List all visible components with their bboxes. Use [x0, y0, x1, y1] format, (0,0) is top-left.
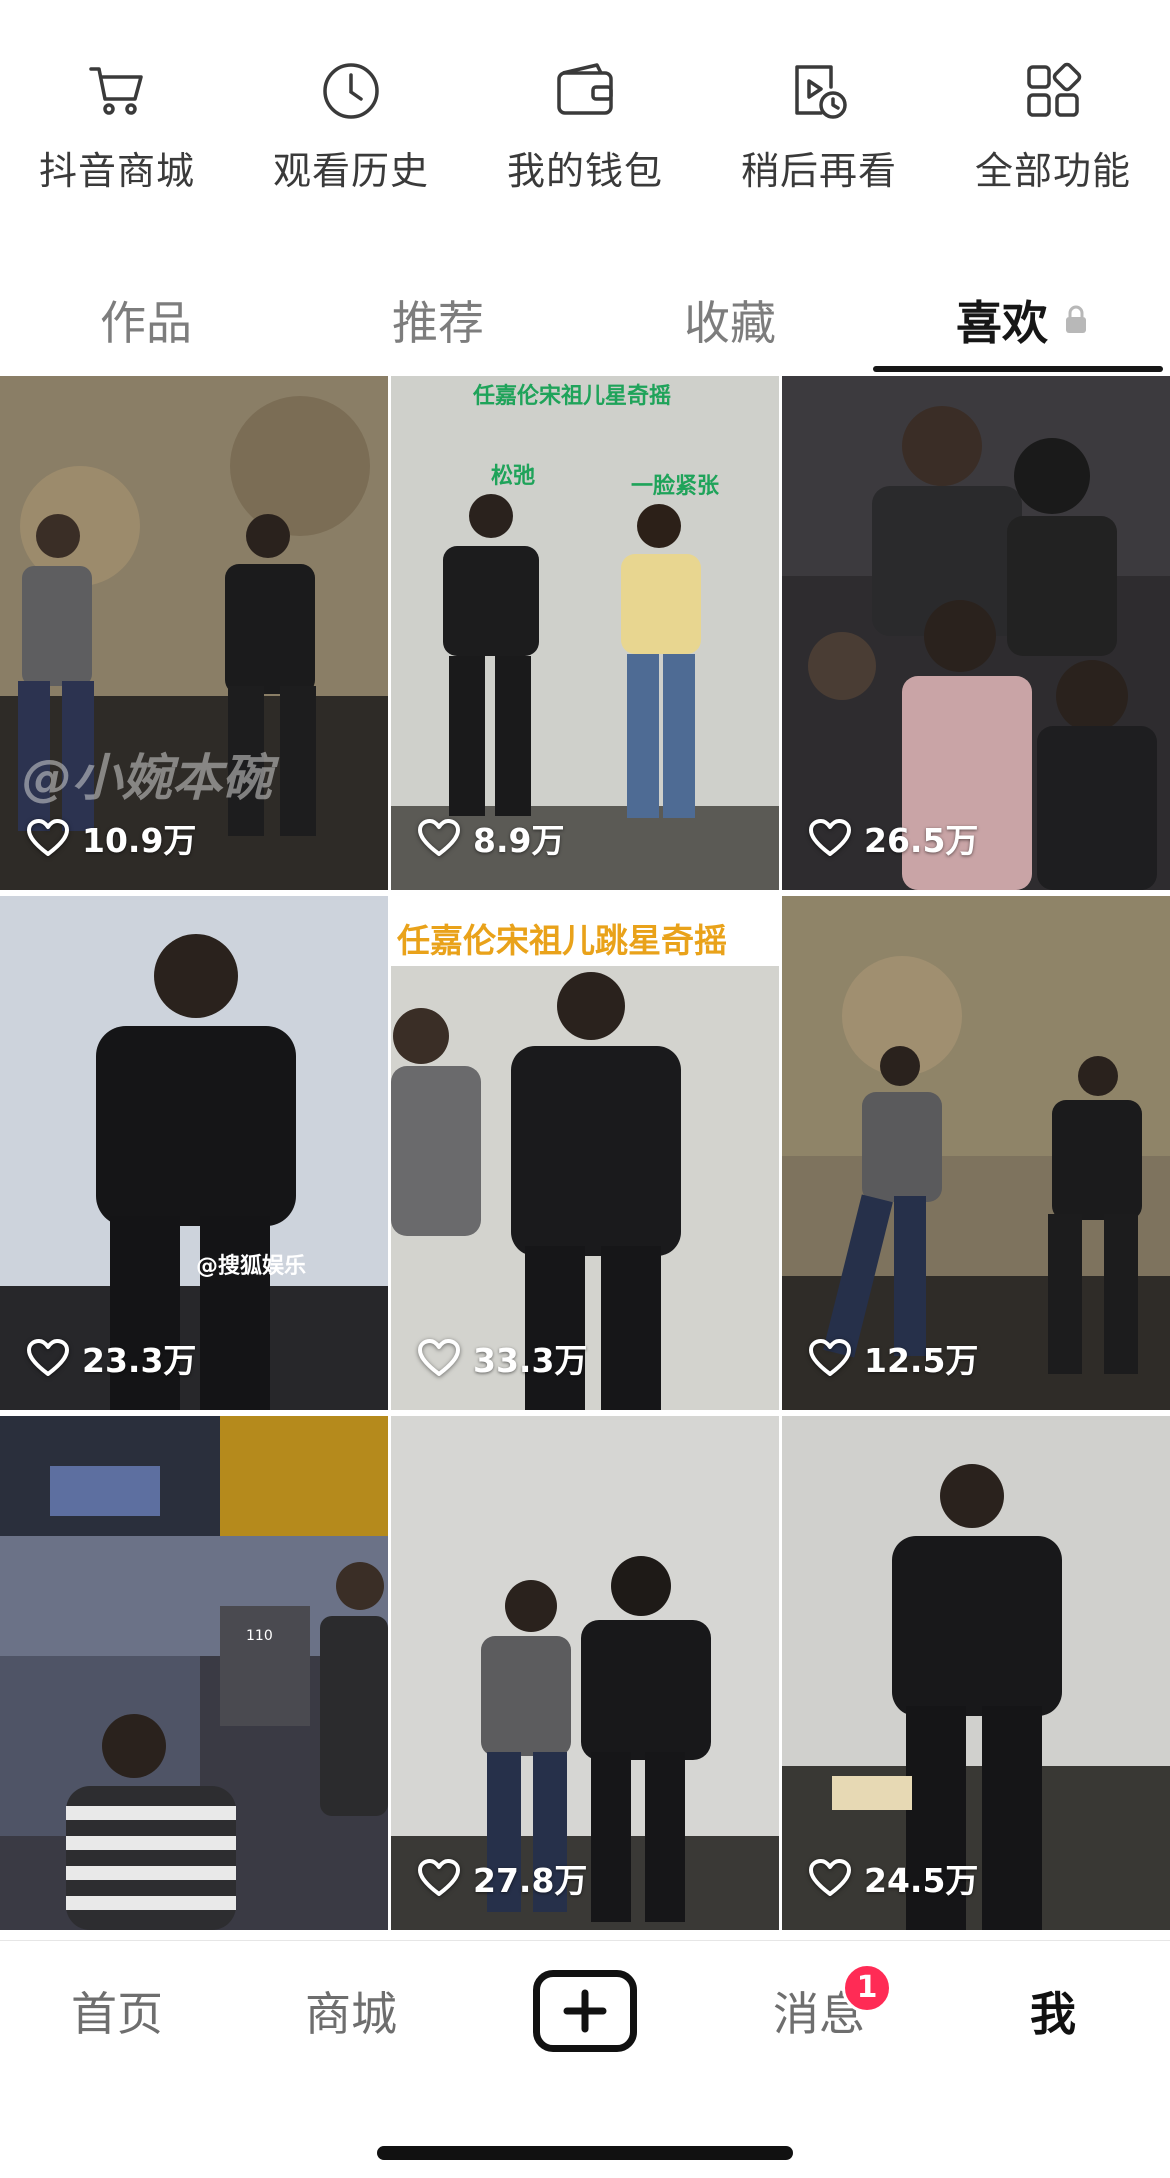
like-count: 26.5万 [808, 814, 978, 862]
tab-label: 推荐 [392, 296, 484, 350]
quick-item-douyin-mall[interactable]: 抖音商城 [0, 40, 234, 210]
lock-icon [1064, 305, 1088, 335]
heart-icon [418, 1859, 460, 1896]
like-count-text: 26.5万 [864, 821, 979, 860]
tab-label: 喜欢 [956, 296, 1048, 350]
like-count-text: 27.8万 [473, 1861, 588, 1900]
video-thumbnail-image [391, 1416, 779, 1930]
clock-icon [316, 56, 386, 126]
tab-works[interactable]: 作品 [0, 268, 292, 372]
heart-icon [27, 819, 69, 856]
video-thumbnail-image [782, 376, 1170, 890]
video-thumbnail-image [0, 1416, 388, 1930]
like-count-text: 12.5万 [864, 1341, 979, 1380]
plus-icon [563, 1989, 607, 2032]
video-thumbnail[interactable]: 任嘉伦宋祖儿星奇摇 松弛 一脸紧张 8.9万 [391, 376, 779, 890]
tab-recommend[interactable]: 推荐 [292, 268, 584, 372]
nav-messages[interactable]: 消息 1 [702, 1941, 936, 2081]
quick-item-label: 全部功能 [974, 149, 1131, 193]
nav-mall[interactable]: 商城 [234, 1941, 468, 2081]
video-thumbnail-image [391, 376, 779, 890]
like-count-text: 33.3万 [473, 1341, 588, 1380]
video-thumbnail[interactable]: 26.5万 [782, 376, 1170, 890]
unread-badge: 1 [842, 1962, 892, 2013]
nav-home[interactable]: 首页 [0, 1941, 234, 2081]
bottom-navigation: 首页 商城 消息 1 我 [0, 1940, 1170, 2080]
nav-me[interactable]: 我 [936, 1941, 1170, 2081]
quick-item-watch-later[interactable]: 稍后再看 [702, 40, 936, 210]
heart-icon [27, 1339, 69, 1376]
video-thumbnail[interactable]: 12.5万 [782, 896, 1170, 1410]
like-count-text: 10.9万 [82, 821, 197, 860]
nav-me-label: 我 [1030, 1986, 1076, 2041]
heart-icon [809, 1859, 851, 1896]
like-count-text: 8.9万 [473, 821, 565, 860]
like-count-text: 23.3万 [82, 1341, 197, 1380]
tab-favorites[interactable]: 收藏 [584, 268, 876, 372]
video-thumbnail[interactable]: 110 [0, 1416, 388, 1930]
like-count: 23.3万 [26, 1334, 196, 1382]
quick-item-all-functions[interactable]: 全部功能 [936, 40, 1170, 210]
like-count: 24.5万 [808, 1854, 978, 1902]
watermark-text: @小婉本碗 [22, 749, 272, 807]
tab-label: 作品 [100, 296, 192, 350]
video-thumbnail-image [782, 896, 1170, 1410]
nav-create[interactable] [468, 1941, 702, 2081]
quick-item-wallet[interactable]: 我的钱包 [468, 40, 702, 210]
wallet-icon [550, 56, 620, 126]
create-button[interactable] [533, 1969, 637, 2052]
quick-item-label: 观看历史 [272, 149, 429, 193]
heart-icon [418, 1339, 460, 1376]
heart-icon [809, 819, 851, 856]
video-thumbnail[interactable]: 24.5万 [782, 1416, 1170, 1930]
all-functions-icon [1018, 56, 1088, 126]
section-sign-text: 110 [246, 1628, 273, 1644]
video-thumbnail[interactable]: @小婉本碗 10.9万 [0, 376, 388, 890]
like-count: 8.9万 [417, 814, 564, 862]
like-count: 12.5万 [808, 1334, 978, 1382]
video-thumbnail-image [391, 896, 779, 1410]
watch-later-icon [784, 56, 854, 126]
home-indicator[interactable] [377, 2146, 793, 2160]
heart-icon [418, 819, 460, 856]
overlay-title: 任嘉伦宋祖儿跳星奇摇 [397, 921, 727, 960]
video-thumbnail[interactable]: 27.8万 [391, 1416, 779, 1930]
active-tab-indicator [873, 366, 1163, 372]
overlay-caption-left: 松弛 [491, 464, 536, 489]
profile-screen: 抖音商城 观看历史 我的钱包 稍后再看 全部功能 作品 推荐 收藏 喜欢 @小婉… [0, 0, 1170, 2178]
video-thumbnail[interactable]: 任嘉伦宋祖儿跳星奇摇 33.3万 [391, 896, 779, 1410]
overlay-caption-right: 一脸紧张 [631, 474, 720, 499]
profile-tabs: 作品 推荐 收藏 喜欢 [0, 268, 1170, 372]
like-count: 10.9万 [26, 814, 196, 862]
quick-item-label: 稍后再看 [740, 149, 897, 193]
quick-functions-row: 抖音商城 观看历史 我的钱包 稍后再看 全部功能 [0, 40, 1170, 210]
overlay-title: 任嘉伦宋祖儿星奇摇 [473, 384, 672, 409]
video-thumbnail-image [0, 896, 388, 1410]
nav-home-label: 首页 [71, 1986, 163, 2041]
tab-label: 收藏 [684, 296, 776, 350]
video-thumbnail-image [782, 1416, 1170, 1930]
like-count: 33.3万 [417, 1334, 587, 1382]
quick-item-watch-history[interactable]: 观看历史 [234, 40, 468, 210]
quick-item-label: 抖音商城 [38, 149, 195, 193]
video-thumbnail-image [0, 376, 388, 890]
cart-icon [82, 56, 152, 126]
like-count-text: 24.5万 [864, 1861, 979, 1900]
quick-item-label: 我的钱包 [506, 149, 663, 193]
nav-mall-label: 商城 [305, 1986, 397, 2041]
video-thumbnail[interactable]: @搜狐娱乐 23.3万 [0, 896, 388, 1410]
liked-videos-grid: @小婉本碗 10.9万 任嘉伦宋祖儿星奇摇 松弛 一脸紧张 8.9万 26.5万… [0, 376, 1170, 1932]
like-count: 27.8万 [417, 1854, 587, 1902]
heart-icon [809, 1339, 851, 1376]
watermark-text: @搜狐娱乐 [196, 1254, 307, 1279]
tab-likes[interactable]: 喜欢 [876, 268, 1168, 372]
